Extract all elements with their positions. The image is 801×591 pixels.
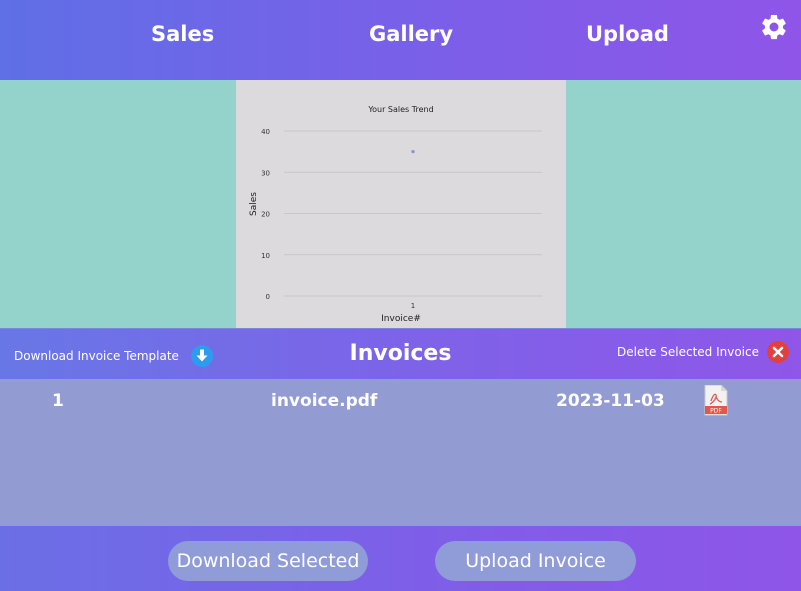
sales-trend-chart: Your Sales Trend 0 10 20 30 40 1 Sales Invoi… xyxy=(236,80,566,328)
invoice-date: 2023-11-03 xyxy=(556,391,665,411)
table-row[interactable]: 1 invoice.pdf 2023-11-03 PDF xyxy=(0,379,801,425)
close-circle-icon[interactable] xyxy=(767,341,789,363)
data-point xyxy=(411,150,415,154)
pdf-label: PDF xyxy=(710,408,722,415)
upload-invoice-button[interactable]: Upload Invoice xyxy=(435,541,636,581)
pdf-file-icon[interactable]: PDF xyxy=(704,385,728,416)
y-tick-label: 40 xyxy=(261,128,270,136)
top-nav-bar: Sales Gallery Upload xyxy=(0,0,801,80)
invoices-header: Download Invoice Template Invoices Delet… xyxy=(0,328,801,379)
invoice-filename: invoice.pdf xyxy=(271,391,378,411)
x-tick-label: 1 xyxy=(411,302,415,310)
x-axis-label: Invoice# xyxy=(381,314,421,324)
chart-gridlines xyxy=(284,130,542,297)
x-tick-labels: 1 xyxy=(411,302,415,310)
tab-sales[interactable]: Sales xyxy=(151,22,214,46)
y-tick-label: 10 xyxy=(261,252,270,260)
y-tick-label: 0 xyxy=(266,293,270,301)
data-points xyxy=(411,150,415,154)
tab-upload[interactable]: Upload xyxy=(586,22,669,46)
y-tick-labels: 0 10 20 30 40 xyxy=(261,128,270,301)
download-selected-button[interactable]: Download Selected xyxy=(168,541,368,581)
invoice-id: 1 xyxy=(52,391,64,411)
y-tick-label: 30 xyxy=(261,169,270,177)
delete-selected-label: Delete Selected Invoice xyxy=(617,345,759,359)
chart-svg: Your Sales Trend 0 10 20 30 40 1 Sales Invoi… xyxy=(249,105,542,324)
delete-selected-button[interactable]: Delete Selected Invoice xyxy=(617,341,789,363)
gear-icon[interactable] xyxy=(759,12,789,42)
y-axis-label: Sales xyxy=(249,192,259,216)
chart-title: Your Sales Trend xyxy=(367,105,433,114)
tab-gallery[interactable]: Gallery xyxy=(369,22,453,46)
footer-bar: Download Selected Upload Invoice xyxy=(0,526,801,591)
invoice-list: 1 invoice.pdf 2023-11-03 PDF xyxy=(0,379,801,526)
y-tick-label: 20 xyxy=(261,211,270,219)
